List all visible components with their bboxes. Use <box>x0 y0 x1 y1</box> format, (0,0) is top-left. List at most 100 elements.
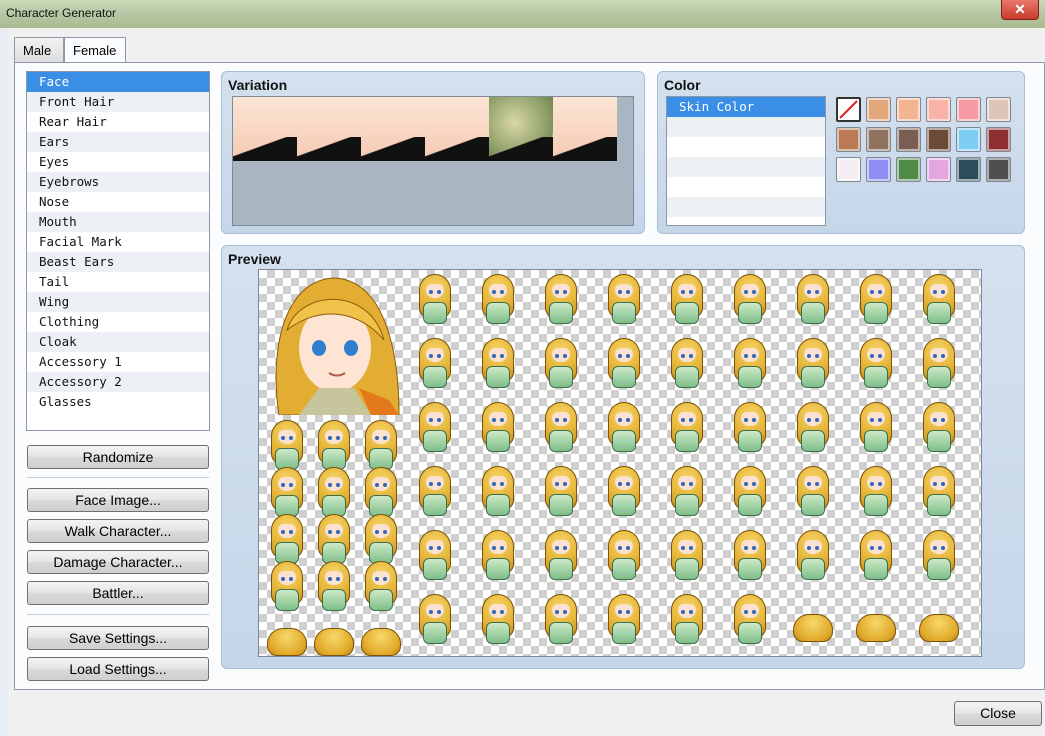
color-swatch[interactable] <box>986 157 1011 182</box>
character-sprite <box>411 592 459 648</box>
part-item[interactable]: Eyebrows <box>27 172 209 192</box>
variation-swatch[interactable] <box>361 97 425 161</box>
color-swatch[interactable] <box>896 127 921 152</box>
title-bar: Character Generator ✕ <box>0 0 1045 28</box>
character-sprite <box>726 592 774 648</box>
character-sprite <box>411 464 459 520</box>
part-item[interactable]: Mouth <box>27 212 209 232</box>
color-swatch[interactable] <box>866 97 891 122</box>
character-sprite <box>600 528 648 584</box>
color-swatch[interactable] <box>926 127 951 152</box>
variation-swatch[interactable] <box>553 97 617 161</box>
character-sprite <box>789 336 837 392</box>
color-swatch[interactable] <box>836 127 861 152</box>
parts-list[interactable]: Face Front Hair Rear Hair Ears Eyes Eyebrows N… <box>26 71 210 431</box>
window-close-icon[interactable]: ✕ <box>1001 0 1039 20</box>
face-image-button[interactable]: Face Image... <box>27 488 209 512</box>
part-item[interactable]: Clothing <box>27 312 209 332</box>
color-swatch[interactable] <box>956 157 981 182</box>
character-sprite <box>537 272 585 328</box>
color-target-empty-row[interactable] <box>667 157 825 177</box>
preview-title: Preview <box>228 251 281 267</box>
part-item[interactable]: Beast Ears <box>27 252 209 272</box>
character-sprite <box>357 606 405 656</box>
damage-character-button[interactable]: Damage Character... <box>27 550 209 574</box>
color-target-empty-row[interactable] <box>667 177 825 197</box>
part-item[interactable]: Accessory 2 <box>27 372 209 392</box>
variation-grid[interactable] <box>232 96 634 226</box>
part-item[interactable]: Rear Hair <box>27 112 209 132</box>
tab-male[interactable]: Male <box>14 37 64 63</box>
color-swatch[interactable] <box>956 97 981 122</box>
part-item[interactable]: Glasses <box>27 392 209 412</box>
character-sprite <box>537 400 585 456</box>
part-item[interactable]: Wing <box>27 292 209 312</box>
character-sprite <box>263 606 311 656</box>
walk-character-button[interactable]: Walk Character... <box>27 519 209 543</box>
character-sprite <box>915 592 963 648</box>
part-item[interactable]: Cloak <box>27 332 209 352</box>
character-sprite <box>537 464 585 520</box>
variation-swatch[interactable] <box>489 97 553 161</box>
randomize-button[interactable]: Randomize <box>27 445 209 469</box>
part-item[interactable]: Face <box>27 72 209 92</box>
part-item[interactable]: Nose <box>27 192 209 212</box>
part-item[interactable]: Eyes <box>27 152 209 172</box>
color-swatch[interactable] <box>926 157 951 182</box>
no-color-swatch[interactable] <box>836 97 861 122</box>
character-sprite <box>726 528 774 584</box>
no-color-icon <box>839 100 858 119</box>
color-swatch[interactable] <box>896 157 921 182</box>
color-swatch[interactable] <box>986 97 1011 122</box>
character-sprite <box>915 272 963 328</box>
character-sprite <box>600 592 648 648</box>
color-swatch[interactable] <box>836 157 861 182</box>
character-sprite <box>789 464 837 520</box>
color-target-empty-row[interactable] <box>667 137 825 157</box>
color-swatch[interactable] <box>896 97 921 122</box>
character-sprite <box>474 592 522 648</box>
preview-canvas <box>258 269 982 657</box>
part-item[interactable]: Facial Mark <box>27 232 209 252</box>
color-target-empty-row[interactable] <box>667 197 825 217</box>
character-sprite <box>852 464 900 520</box>
character-sprite <box>600 464 648 520</box>
save-settings-button[interactable]: Save Settings... <box>27 626 209 650</box>
variation-swatch[interactable] <box>297 97 361 161</box>
character-sprite <box>663 464 711 520</box>
character-sprite <box>852 528 900 584</box>
character-sprite <box>600 400 648 456</box>
tab-female[interactable]: Female <box>64 37 126 64</box>
separator <box>27 614 209 615</box>
color-swatch[interactable] <box>926 97 951 122</box>
character-sprite <box>663 272 711 328</box>
color-swatch[interactable] <box>986 127 1011 152</box>
battler-button[interactable]: Battler... <box>27 581 209 605</box>
part-item[interactable]: Front Hair <box>27 92 209 112</box>
character-sprite <box>915 528 963 584</box>
color-target-item[interactable]: Skin Color <box>667 97 825 117</box>
part-item[interactable]: Ears <box>27 132 209 152</box>
color-title: Color <box>664 77 701 93</box>
character-sprite <box>663 528 711 584</box>
character-sprite <box>789 272 837 328</box>
character-sprite <box>915 336 963 392</box>
color-target-empty-row[interactable] <box>667 117 825 137</box>
close-button[interactable]: Close <box>954 701 1042 726</box>
character-sprite <box>537 528 585 584</box>
color-target-list[interactable]: Skin Color <box>666 96 826 226</box>
part-item[interactable]: Accessory 1 <box>27 352 209 372</box>
character-sprite <box>474 464 522 520</box>
face-portrait-image <box>259 270 404 416</box>
character-sprite <box>852 272 900 328</box>
color-swatch[interactable] <box>866 127 891 152</box>
load-settings-button[interactable]: Load Settings... <box>27 657 209 681</box>
character-generator-window: Character Generator ✕ Male Female Face Fr… <box>0 0 1045 736</box>
character-sprite <box>537 592 585 648</box>
part-item[interactable]: Tail <box>27 272 209 292</box>
variation-swatch[interactable] <box>233 97 297 161</box>
color-swatch[interactable] <box>956 127 981 152</box>
variation-swatch[interactable] <box>425 97 489 161</box>
client-area: Male Female Face Front Hair Rear Hair Ears E… <box>8 28 1045 736</box>
color-swatch[interactable] <box>866 157 891 182</box>
